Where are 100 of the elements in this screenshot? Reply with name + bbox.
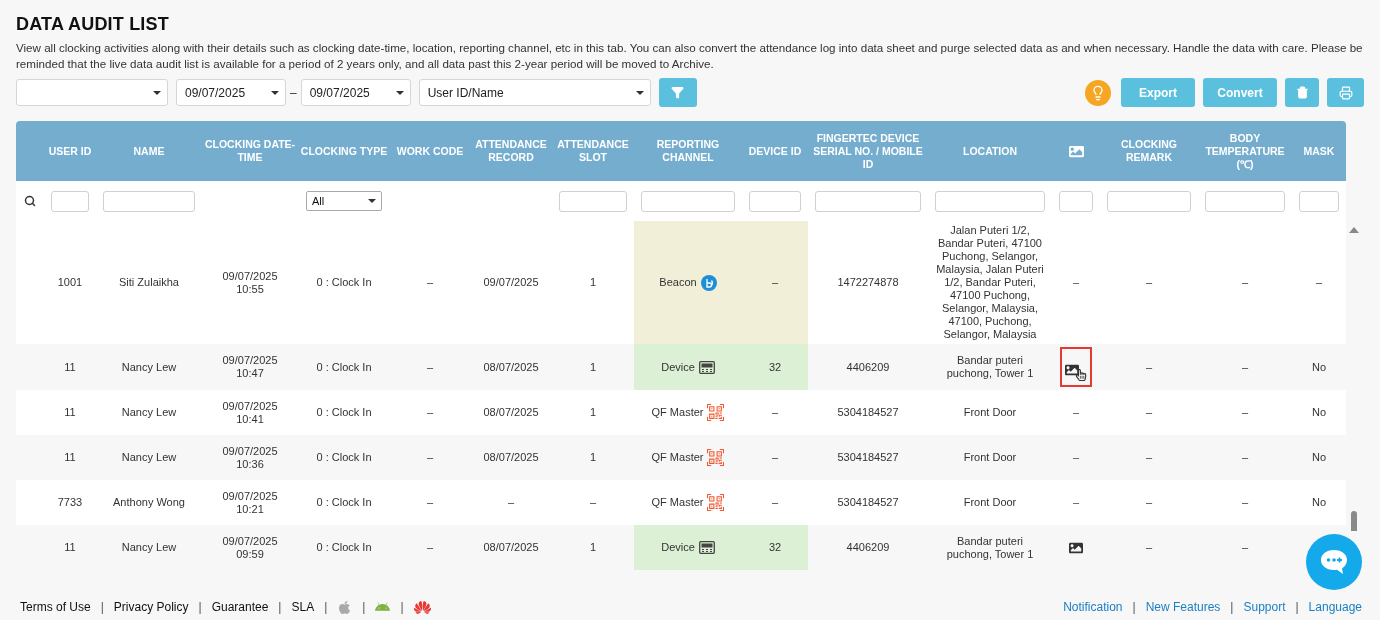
user-select[interactable]: User ID/Name — [418, 79, 651, 107]
attendance-slot: 1 — [589, 541, 597, 555]
photo-button-highlighted[interactable] — [1060, 347, 1092, 388]
user-name: Nancy Lew — [121, 451, 177, 465]
user-id: 11 — [64, 451, 76, 465]
chat-button[interactable] — [1306, 534, 1362, 590]
column-header[interactable]: CLOCKING TYPE — [298, 144, 390, 158]
no-image-text: – — [1071, 495, 1081, 511]
no-image-text: – — [1071, 405, 1081, 421]
footer-link[interactable]: Support — [1243, 600, 1286, 615]
apple-icon[interactable] — [337, 599, 353, 615]
separator: | — [278, 600, 282, 615]
lightbulb-icon — [1090, 84, 1106, 101]
clocking-remark: – — [1145, 360, 1153, 374]
delete-button[interactable] — [1285, 78, 1319, 108]
attendance-record: 08/07/2025 — [483, 360, 539, 374]
serial-number: 4406209 — [846, 541, 890, 555]
column-header[interactable]: REPORTING CHANNEL — [634, 138, 742, 165]
footer-link[interactable]: SLA — [291, 600, 315, 615]
clocking-remark: – — [1145, 496, 1153, 510]
clocking-type: 0 : Clock In — [316, 541, 372, 555]
date-separator: – — [290, 85, 297, 100]
scroll-up-icon[interactable] — [1349, 227, 1359, 234]
column-header[interactable]: USER ID — [46, 144, 94, 158]
footer-link[interactable]: New Features — [1145, 600, 1221, 615]
date-to-select[interactable]: 09/07/2025 — [300, 79, 411, 107]
clocking-type: 0 : Clock In — [316, 276, 372, 290]
scrollbar-thumb[interactable] — [1351, 511, 1357, 532]
separator: | — [1295, 600, 1299, 615]
filter-input[interactable] — [1059, 190, 1093, 212]
user-id: 11 — [64, 406, 76, 420]
filter-input[interactable] — [1299, 190, 1339, 212]
user-name: Anthony Wong — [113, 496, 185, 510]
footer-link[interactable]: Terms of Use — [20, 600, 91, 615]
clocking-date-time: 09/07/2025 09:59 — [222, 534, 278, 561]
work-code: – — [426, 360, 434, 374]
work-code: – — [426, 451, 434, 465]
print-button[interactable] — [1327, 78, 1364, 108]
footer-link[interactable]: Language — [1308, 600, 1362, 615]
serial-number: 5304184527 — [837, 496, 899, 510]
serial-number: 1472274878 — [837, 276, 899, 290]
group-select[interactable] — [16, 79, 168, 107]
footer-link[interactable]: Notification — [1063, 600, 1123, 615]
user-name: Nancy Lew — [121, 406, 177, 420]
clocking-type: 0 : Clock In — [316, 451, 372, 465]
photo-button[interactable] — [1069, 540, 1083, 555]
huawei-icon[interactable] — [413, 598, 431, 616]
separator: | — [1230, 600, 1234, 615]
date-from-select[interactable]: 09/07/2025 — [176, 79, 286, 107]
beacon-icon — [700, 274, 717, 291]
qr-code-icon — [707, 449, 725, 467]
lightbulb-button[interactable] — [1085, 79, 1111, 106]
action-button[interactable]: Convert — [1203, 78, 1277, 108]
column-header[interactable]: CLOCKING DATE-TIME — [202, 138, 298, 165]
clocking-type: 0 : Clock In — [316, 406, 372, 420]
trash-icon — [1295, 86, 1309, 100]
image-icon — [1068, 143, 1084, 159]
mask: No — [1311, 360, 1327, 374]
column-header[interactable]: CLOCKING REMARK — [1100, 138, 1198, 165]
type-filter-select[interactable]: All — [306, 191, 382, 212]
column-header[interactable]: ATTENDANCE SLOT — [552, 138, 634, 165]
separator: | — [1132, 600, 1136, 615]
column-header[interactable]: NAME — [131, 144, 167, 158]
filter-input[interactable] — [641, 190, 735, 212]
funnel-icon — [671, 86, 685, 100]
clocking-remark: – — [1145, 406, 1153, 420]
clocking-date-time: 09/07/2025 10:41 — [222, 399, 278, 426]
filter-input[interactable] — [749, 190, 801, 212]
column-header[interactable]: DEVICE ID — [746, 144, 804, 158]
device-id: 32 — [768, 360, 782, 374]
mask: No — [1311, 496, 1327, 510]
filter-button[interactable] — [658, 78, 697, 108]
location: Bandar puteri puchong, Tower 1 — [945, 354, 1035, 381]
attendance-slot: 1 — [589, 451, 597, 465]
page-title: DATA AUDIT LIST — [16, 14, 170, 35]
footer-link[interactable]: Privacy Policy — [113, 600, 189, 615]
filter-input[interactable] — [51, 190, 89, 212]
separator: | — [100, 600, 104, 615]
filter-input[interactable] — [935, 190, 1045, 212]
column-header[interactable]: ATTENDANCE RECORD — [470, 138, 552, 165]
filter-input[interactable] — [1107, 190, 1191, 212]
user-name: Nancy Lew — [121, 541, 177, 555]
clocking-remark: – — [1145, 276, 1153, 290]
user-name: Nancy Lew — [121, 360, 177, 374]
footer-link[interactable]: Guarantee — [211, 600, 269, 615]
filter-input[interactable] — [103, 190, 195, 212]
column-header[interactable]: LOCATION — [960, 144, 1020, 158]
column-header[interactable]: FINGERTEC DEVICE SERIAL NO. / MOBILE ID — [808, 131, 928, 171]
hand-cursor-icon — [1075, 369, 1087, 382]
column-header[interactable]: BODY TEMPERATURE (℃) — [1198, 131, 1292, 171]
column-header[interactable]: WORK CODE — [394, 144, 466, 158]
user-id: 11 — [64, 541, 76, 555]
filter-input[interactable] — [559, 190, 627, 212]
column-header[interactable]: MASK — [1301, 144, 1337, 158]
image-icon — [1065, 363, 1079, 378]
filter-input[interactable] — [815, 190, 921, 212]
attendance-slot: 1 — [589, 360, 597, 374]
action-button[interactable]: Export — [1121, 78, 1195, 108]
location: Front Door — [963, 406, 1017, 420]
filter-input[interactable] — [1205, 190, 1285, 212]
